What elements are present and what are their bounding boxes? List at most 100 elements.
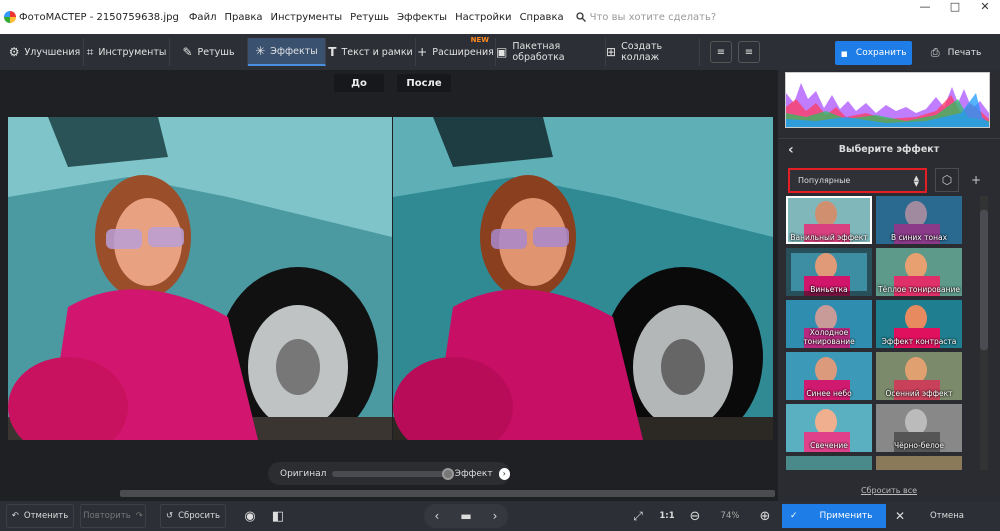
- add-preset-button[interactable]: ≡: [710, 41, 732, 63]
- effect-thumb-blue-tones[interactable]: В синих тонах: [876, 196, 962, 244]
- add-effect-button[interactable]: +: [964, 168, 988, 192]
- effect-label: Свечение: [810, 441, 848, 450]
- file-navigation: ‹ ▬ ›: [424, 504, 508, 528]
- effects-panel-title: Выберите эффект: [838, 144, 940, 155]
- reset-button[interactable]: ↺ Сбросить: [160, 504, 226, 528]
- close-button[interactable]: ✕: [970, 0, 1000, 14]
- back-arrow-icon[interactable]: ‹: [788, 142, 794, 158]
- cancel-icon-button[interactable]: ✕: [890, 504, 910, 528]
- effect-thumb-warm-toning[interactable]: Тёплое тонирование: [876, 248, 962, 296]
- cancel-button[interactable]: Отмена: [920, 504, 974, 528]
- zoom-level[interactable]: 74%: [712, 504, 748, 528]
- scrollbar-thumb[interactable]: [980, 210, 988, 350]
- effect-label: Осенний эффект: [885, 389, 953, 398]
- add-preset-icon: ≡: [716, 46, 726, 58]
- effects-scrollbar[interactable]: [980, 196, 988, 470]
- redo-icon: ↷: [135, 511, 143, 521]
- info-icon: ≡: [744, 46, 754, 58]
- menu-help[interactable]: Справка: [520, 12, 564, 23]
- reset-all-link[interactable]: Сбросить все: [778, 486, 1000, 495]
- menu-tools[interactable]: Инструменты: [271, 12, 343, 23]
- info-preset-button[interactable]: ≡: [738, 41, 760, 63]
- compare-icon: ◧: [271, 508, 285, 524]
- actual-size-button[interactable]: 1:1: [655, 504, 679, 528]
- tab-text-frames[interactable]: T Текст и рамки: [326, 38, 416, 66]
- reset-label: Сбросить: [178, 511, 221, 521]
- effect-label: В синих тонах: [890, 233, 948, 242]
- slider-track[interactable]: [332, 467, 454, 480]
- effect-thumb-autumn[interactable]: Осенний эффект: [876, 352, 962, 400]
- compare-button[interactable]: ◧: [266, 504, 290, 528]
- search-box[interactable]: Что вы хотите сделать?: [575, 12, 716, 23]
- slider-left-label: Оригинал: [280, 468, 327, 479]
- prev-image-icon[interactable]: ‹: [435, 509, 440, 523]
- category-select[interactable]: Популярные ▲ ▼: [788, 168, 927, 193]
- zoom-in-button[interactable]: ⊕: [754, 504, 776, 528]
- plus-icon: +: [417, 45, 428, 59]
- tab-enhancements[interactable]: ⚙ Улучшения: [6, 38, 84, 66]
- tab-effects[interactable]: ✳ Эффекты: [248, 38, 326, 66]
- save-label: Сохранить: [855, 48, 907, 58]
- zoom-out-button[interactable]: ⊖: [684, 504, 706, 528]
- menu-bar: ФотоМАСТЕР - 2150759638.jpg Файл Правка …: [0, 0, 1000, 34]
- tab-retouch[interactable]: ✎ Ретушь: [170, 38, 248, 66]
- effect-thumb-glow[interactable]: Свечение: [786, 404, 872, 452]
- minimize-button[interactable]: —: [910, 0, 940, 14]
- effect-thumb-more[interactable]: [876, 456, 962, 470]
- horizontal-scrollbar[interactable]: [120, 490, 775, 497]
- undo-label: Отменить: [23, 511, 69, 521]
- cube-icon: ⬡: [941, 173, 953, 187]
- tab-collage[interactable]: ⊞ Создать коллаж: [606, 38, 700, 66]
- tab-label: Текст и рамки: [341, 46, 413, 58]
- effect-thumb-vignette[interactable]: Виньетка: [786, 248, 872, 296]
- effect-thumb-blue-sky[interactable]: Синее небо: [786, 352, 872, 400]
- effects-grid: Ванильный эффект В синих тонах Виньетка …: [786, 196, 964, 470]
- effect-thumb-cold-toning[interactable]: Холодное тонирование: [786, 300, 872, 348]
- save-button[interactable]: ▪ Сохранить: [835, 41, 912, 65]
- effect-strength-slider[interactable]: Оригинал Эффект ›: [268, 462, 510, 485]
- maximize-button[interactable]: □: [940, 0, 970, 14]
- menu-retouch[interactable]: Ретушь: [350, 12, 389, 23]
- slider-right-label: Эффект: [454, 468, 493, 479]
- slider-knob[interactable]: [441, 467, 454, 480]
- arrow-right-icon[interactable]: ›: [498, 467, 510, 480]
- apply-label: Применить: [819, 511, 873, 521]
- tab-label: Расширения: [432, 46, 494, 58]
- eye-button[interactable]: ◉: [238, 504, 262, 528]
- effect-thumb-black-white[interactable]: Чёрно-белое: [876, 404, 962, 452]
- undo-icon: ↶: [11, 511, 19, 521]
- apply-button[interactable]: ✓ Применить: [782, 504, 886, 528]
- effect-thumb-vanilla[interactable]: Ванильный эффект: [786, 196, 872, 244]
- menu-effects[interactable]: Эффекты: [397, 12, 447, 23]
- before-photo: [8, 117, 392, 440]
- effect-thumb-more[interactable]: [786, 456, 872, 470]
- app-logo-icon: [4, 11, 16, 23]
- effects-3d-button[interactable]: ⬡: [935, 168, 959, 192]
- minus-icon: ⊖: [689, 508, 701, 524]
- effect-thumb-contrast[interactable]: Эффект контраста: [876, 300, 962, 348]
- before-label: До: [334, 74, 384, 92]
- category-value: Популярные: [798, 176, 851, 185]
- fit-screen-button[interactable]: ⤢: [627, 504, 649, 528]
- tab-label: Эффекты: [270, 45, 318, 57]
- menu-file[interactable]: Файл: [189, 12, 217, 23]
- fullscreen-icon: ⤢: [633, 508, 643, 523]
- redo-button[interactable]: Повторить ↷: [80, 504, 146, 528]
- tab-tools[interactable]: ⌗ Инструменты: [84, 38, 170, 66]
- print-button[interactable]: ⎙ Печать: [918, 41, 994, 65]
- plus-icon: ⊕: [759, 508, 771, 524]
- tab-batch[interactable]: ▣ Пакетная обработка: [496, 38, 606, 66]
- tab-extensions[interactable]: + Расширения NEW: [416, 36, 496, 66]
- menu-edit[interactable]: Правка: [224, 12, 262, 23]
- effect-label: Ванильный эффект: [790, 233, 868, 242]
- folder-icon[interactable]: ▬: [460, 509, 471, 523]
- menu-settings[interactable]: Настройки: [455, 12, 511, 23]
- tab-label: Инструменты: [98, 46, 167, 58]
- effects-panel-header: ‹ Выберите эффект: [778, 138, 1000, 160]
- undo-button[interactable]: ↶ Отменить: [6, 504, 74, 528]
- after-label: После: [397, 74, 451, 92]
- sliders-icon: ⚙: [8, 45, 20, 59]
- next-image-icon[interactable]: ›: [493, 509, 498, 523]
- crop-icon: ⌗: [86, 44, 94, 59]
- after-photo: [393, 117, 773, 440]
